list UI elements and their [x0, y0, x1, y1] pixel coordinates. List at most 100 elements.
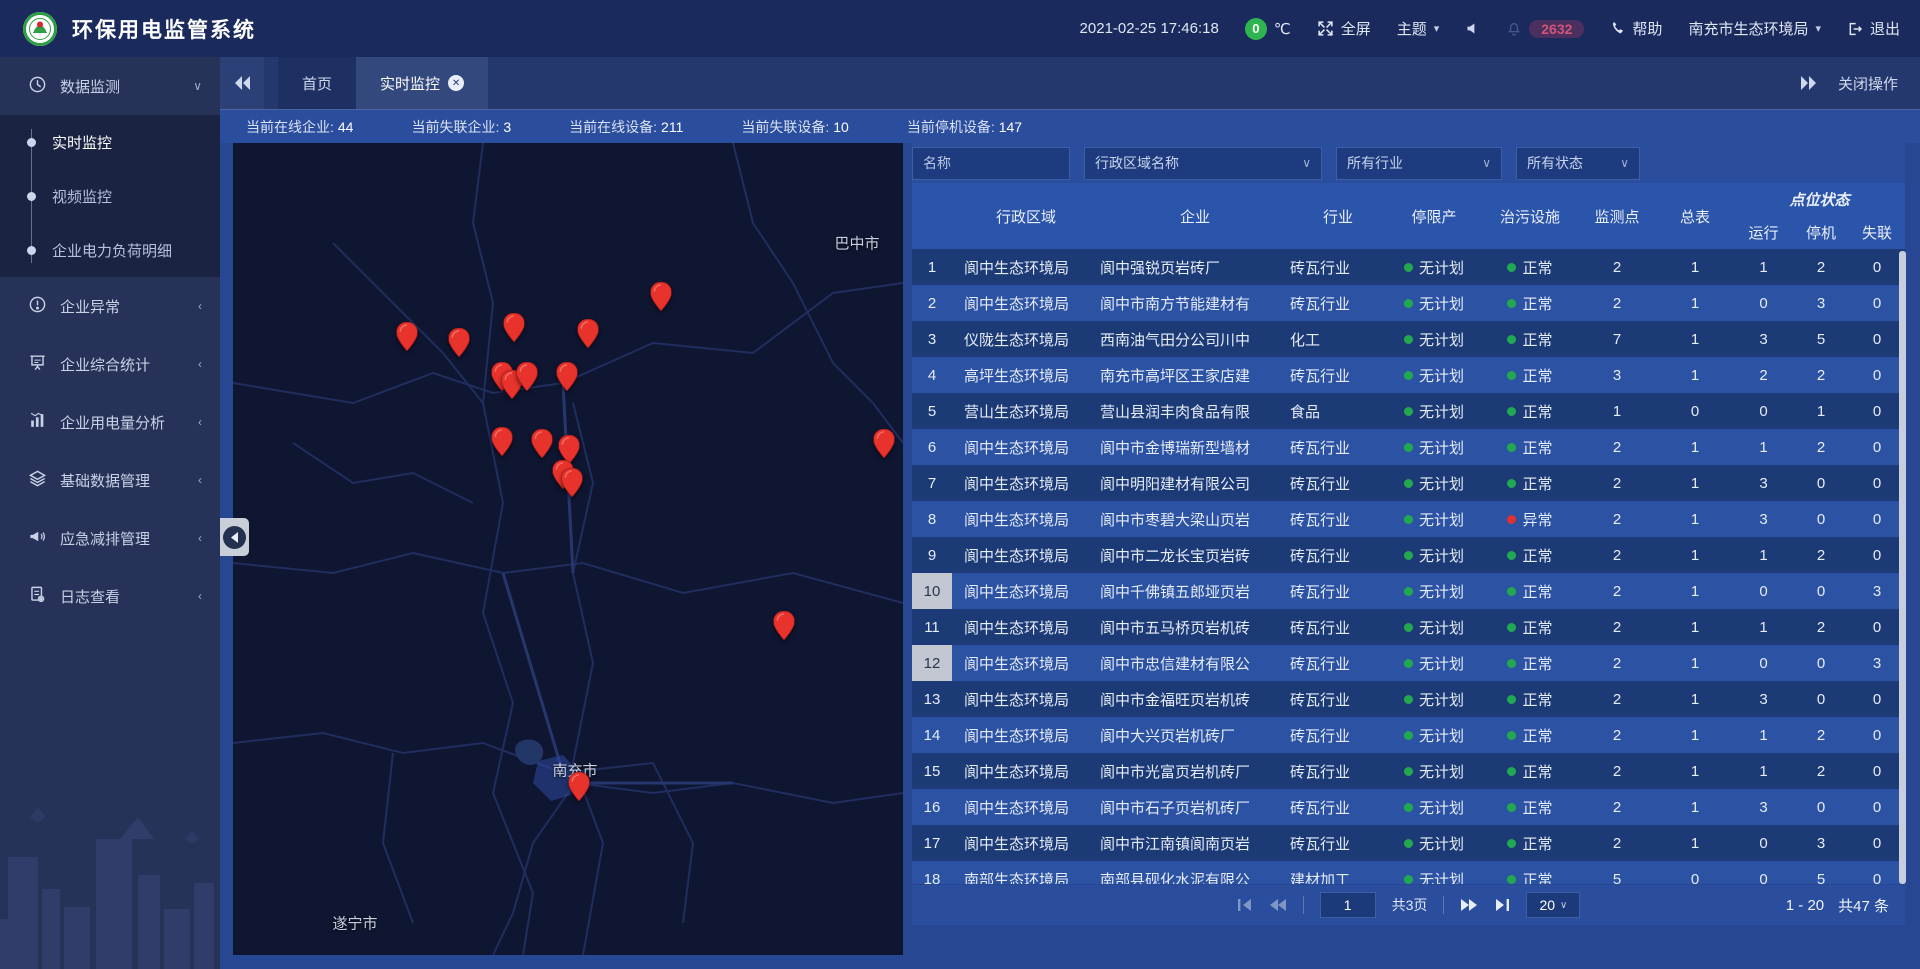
map-pin[interactable]: [532, 429, 553, 463]
cell-running: 1: [1734, 717, 1793, 753]
sidebar-item-1[interactable]: 数据监测∨: [0, 57, 220, 115]
map-panel[interactable]: 巴中市南充市遂宁市: [233, 143, 903, 955]
region-select[interactable]: 行政区域名称 ∨: [1084, 147, 1322, 180]
table-row[interactable]: 16阆中生态环境局阆中市石子页岩机砖厂砖瓦行业无计划正常21300: [912, 789, 1905, 825]
stat-label: 当前失联设备:: [741, 119, 829, 135]
sidebar-subitem-企业电力负荷明细[interactable]: 企业电力负荷明细: [0, 223, 220, 277]
tab-实时监控[interactable]: 实时监控✕: [356, 57, 488, 109]
cell-industry: 砖瓦行业: [1290, 789, 1386, 825]
table-row[interactable]: 17阆中生态环境局阆中市江南镇阆南页岩砖瓦行业无计划正常21030: [912, 825, 1905, 861]
chevron-down-icon: ∨: [1482, 156, 1491, 170]
table-row[interactable]: 6阆中生态环境局阆中市金博瑞新型墙材砖瓦行业无计划正常21120: [912, 429, 1905, 465]
cell-lost: 0: [1849, 285, 1905, 321]
help-button[interactable]: 帮助: [1610, 18, 1662, 39]
sidebar-subitem-实时监控[interactable]: 实时监控: [0, 115, 220, 169]
table-row[interactable]: 11阆中生态环境局阆中市五马桥页岩机砖砖瓦行业无计划正常21120: [912, 609, 1905, 645]
cell-running: 0: [1734, 825, 1793, 861]
sidebar-submenu: 实时监控视频监控企业电力负荷明细: [0, 115, 220, 277]
facility-text: 正常: [1522, 401, 1552, 422]
sidebar-item-3[interactable]: 企业综合统计‹: [0, 335, 220, 393]
status-select[interactable]: 所有状态 ∨: [1516, 147, 1640, 180]
cell-running: 3: [1734, 465, 1793, 501]
sidebar-item-5[interactable]: 基础数据管理‹: [0, 451, 220, 509]
table-row[interactable]: 18南部生态环境局南部县砚化水泥有限公建材加工无计划正常50050: [912, 861, 1905, 884]
map-pin[interactable]: [569, 772, 590, 806]
industry-select[interactable]: 所有行业 ∨: [1336, 147, 1502, 180]
map-pin[interactable]: [397, 322, 418, 356]
cell-running: 3: [1734, 681, 1793, 717]
sidebar-item-2[interactable]: 企业异常‹: [0, 277, 220, 335]
map-pin[interactable]: [562, 468, 583, 502]
cell-industry: 砖瓦行业: [1290, 501, 1386, 537]
table-row[interactable]: 1阆中生态环境局阆中强锐页岩砖厂砖瓦行业无计划正常21120: [912, 249, 1905, 285]
sidebar-item-4[interactable]: 企业用电量分析‹: [0, 393, 220, 451]
sidebar-subitem-视频监控[interactable]: 视频监控: [0, 169, 220, 223]
cell-running: 1: [1734, 537, 1793, 573]
table-scrollbar[interactable]: [1899, 251, 1906, 884]
map-roads-layer: [233, 143, 903, 955]
notifications[interactable]: 2632: [1506, 20, 1584, 38]
cell-stopped: 1: [1793, 393, 1849, 429]
cell-region: 仪陇生态环境局: [952, 321, 1100, 357]
table-row[interactable]: 7阆中生态环境局阆中明阳建材有限公司砖瓦行业无计划正常21300: [912, 465, 1905, 501]
table-row[interactable]: 12阆中生态环境局阆中市忠信建材有限公砖瓦行业无计划正常21003: [912, 645, 1905, 681]
limit-text: 无计划: [1419, 401, 1464, 422]
next-page-button[interactable]: [1460, 898, 1478, 912]
cell-running: 0: [1734, 645, 1793, 681]
col-header-point-status-group: 点位状态 运行 停机 失联: [1734, 183, 1905, 249]
chevron-down-icon: ▾: [1434, 22, 1440, 35]
map-pin[interactable]: [504, 313, 525, 347]
page-size-select[interactable]: 20 ∨: [1526, 892, 1580, 918]
sidebar-item-7[interactable]: 日志查看‹: [0, 567, 220, 625]
table-row[interactable]: 10阆中生态环境局阆中千佛镇五郎垭页岩砖瓦行业无计划正常21003: [912, 573, 1905, 609]
tab-close-icon[interactable]: ✕: [448, 75, 464, 91]
cell-points: 2: [1578, 753, 1656, 789]
status-dot-green: [1507, 335, 1516, 344]
fullscreen-button[interactable]: 全屏: [1317, 18, 1371, 39]
sidebar-item-6[interactable]: 应急减排管理‹: [0, 509, 220, 567]
map-pin[interactable]: [578, 319, 599, 353]
cell-meters: 0: [1656, 393, 1734, 429]
last-page-button[interactable]: [1494, 898, 1510, 912]
table-row[interactable]: 8阆中生态环境局阆中市枣碧大梁山页岩砖瓦行业无计划异常21300: [912, 501, 1905, 537]
logout-button[interactable]: 退出: [1847, 18, 1900, 39]
first-page-button[interactable]: [1237, 898, 1253, 912]
table-row[interactable]: 9阆中生态环境局阆中市二龙长宝页岩砖砖瓦行业无计划正常21120: [912, 537, 1905, 573]
name-search-input[interactable]: 名称: [912, 147, 1070, 180]
table-row[interactable]: 2阆中生态环境局阆中市南方节能建材有砖瓦行业无计划正常21030: [912, 285, 1905, 321]
speaker-icon: [1465, 21, 1480, 36]
cell-industry: 建材加工: [1290, 861, 1386, 884]
map-collapse-handle[interactable]: [220, 518, 249, 556]
filter-bar: 名称 行政区域名称 ∨ 所有行业 ∨ 所有状态 ∨: [912, 143, 1905, 183]
double-chevron-right-icon[interactable]: [1800, 75, 1818, 91]
table-row[interactable]: 13阆中生态环境局阆中市金福旺页岩机砖砖瓦行业无计划正常21300: [912, 681, 1905, 717]
tabs-scroll-left-button[interactable]: [220, 57, 264, 109]
col-header-meters: 总表: [1656, 183, 1734, 249]
map-pin[interactable]: [874, 429, 895, 463]
cell-points: 2: [1578, 573, 1656, 609]
tab-首页[interactable]: 首页: [278, 57, 356, 109]
map-pin[interactable]: [557, 362, 578, 396]
cell-index: 6: [912, 429, 952, 465]
map-pin[interactable]: [651, 282, 672, 316]
table-row[interactable]: 15阆中生态环境局阆中市光富页岩机砖厂砖瓦行业无计划正常21120: [912, 753, 1905, 789]
chevron-down-icon: ∨: [1560, 900, 1567, 911]
map-pin[interactable]: [492, 427, 513, 461]
page-number-input[interactable]: 1: [1320, 892, 1376, 918]
map-pin[interactable]: [449, 328, 470, 362]
close-operations-button[interactable]: 关闭操作: [1838, 73, 1898, 94]
cell-index: 14: [912, 717, 952, 753]
status-dot-green: [1507, 407, 1516, 416]
layers-icon: [28, 469, 47, 492]
map-pin[interactable]: [517, 362, 538, 396]
table-row[interactable]: 3仪陇生态环境局西南油气田分公司川中化工无计划正常71350: [912, 321, 1905, 357]
table-row[interactable]: 14阆中生态环境局阆中大兴页岩机砖厂砖瓦行业无计划正常21120: [912, 717, 1905, 753]
table-row[interactable]: 4高坪生态环境局南充市高坪区王家店建砖瓦行业无计划正常31220: [912, 357, 1905, 393]
org-dropdown[interactable]: 南充市生态环境局▾: [1688, 18, 1821, 39]
map-pin[interactable]: [774, 611, 795, 645]
prev-page-button[interactable]: [1269, 898, 1287, 912]
theme-dropdown[interactable]: 主题▾: [1397, 18, 1440, 39]
table-row[interactable]: 5营山生态环境局营山县润丰肉食品有限食品无计划正常10010: [912, 393, 1905, 429]
status-dot-green: [1507, 731, 1516, 740]
mute-button[interactable]: [1465, 21, 1480, 36]
